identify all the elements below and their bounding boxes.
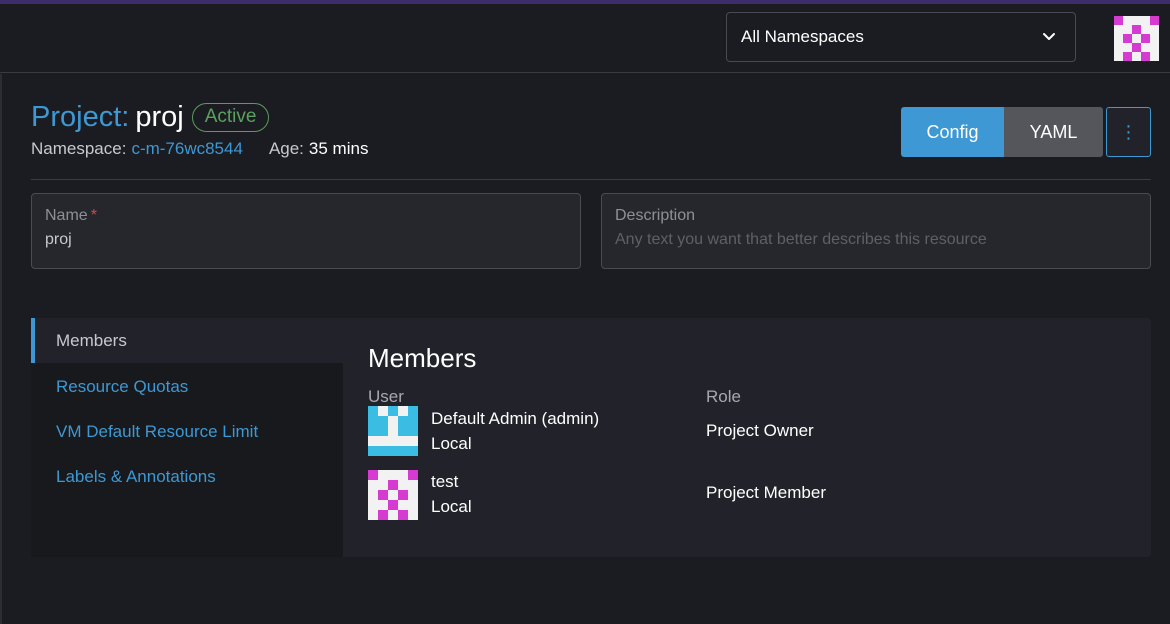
resource-meta: Namespace: c-m-76wc8544 Age: 35 mins — [31, 139, 368, 159]
description-input[interactable]: Any text you want that better describes … — [615, 231, 1137, 249]
member-role: Project Owner — [706, 421, 814, 440]
top-header: All Namespaces — [0, 4, 1170, 73]
member-avatar — [368, 470, 418, 520]
namespace-select[interactable]: All Namespaces — [726, 12, 1076, 62]
namespace-link[interactable]: c-m-76wc8544 — [131, 139, 243, 159]
name-label-row: Name * — [45, 207, 567, 225]
member-name: Default Admin (admin) — [431, 409, 600, 428]
name-input[interactable]: proj — [45, 231, 567, 249]
user-column-header: User — [368, 387, 404, 406]
name-field[interactable]: Name * proj — [31, 193, 581, 269]
member-name: test — [431, 472, 459, 491]
tab-members[interactable]: Members — [31, 318, 343, 363]
members-title: Members — [368, 343, 477, 373]
title-prefix: Project: — [31, 100, 130, 133]
tab-vm-default-resource-limit[interactable]: VM Default Resource Limit — [31, 409, 343, 454]
view-mode-toggle: Config YAML — [901, 107, 1103, 157]
side-tabs: Members Resource Quotas VM Default Resou… — [31, 318, 343, 557]
age-label: Age: — [268, 139, 304, 158]
description-label: Description — [615, 207, 696, 224]
tab-resource-quotas[interactable]: Resource Quotas — [31, 364, 343, 409]
status-badge: Active — [191, 102, 270, 132]
description-field[interactable]: Description Any text you want that bette… — [601, 193, 1151, 269]
kebab-menu-icon: ⋮ — [1119, 121, 1138, 142]
user-avatar[interactable] — [1114, 16, 1159, 61]
member-provider: Local — [431, 497, 472, 516]
title-name: proj — [135, 100, 184, 133]
age-value: 35 mins — [308, 139, 369, 158]
namespace-select-value: All Namespaces — [741, 27, 864, 46]
role-column-header: Role — [706, 387, 741, 406]
tab-labels-annotations[interactable]: Labels & Annotations — [31, 454, 343, 499]
member-avatar — [368, 406, 418, 456]
namespace-label: Namespace: — [31, 139, 127, 158]
chevron-down-icon — [1043, 33, 1055, 40]
member-provider: Local — [431, 434, 472, 453]
required-marker: * — [90, 207, 97, 224]
config-button[interactable]: Config — [901, 107, 1004, 157]
name-label: Name — [45, 207, 88, 224]
left-nav-edge — [0, 74, 2, 624]
member-role: Project Member — [706, 483, 826, 502]
page-title: Project: proj Active — [31, 100, 270, 134]
header-divider — [31, 179, 1151, 180]
yaml-button[interactable]: YAML — [1004, 107, 1103, 157]
more-actions-button[interactable]: ⋮ — [1106, 107, 1151, 157]
